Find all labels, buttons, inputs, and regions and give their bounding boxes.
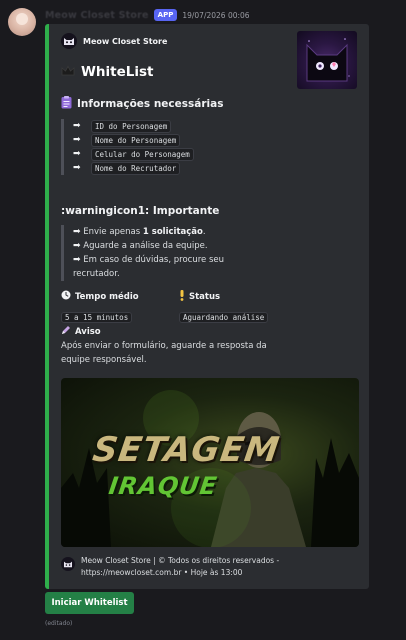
exclamation-icon xyxy=(179,290,185,304)
avg-time-value-wrap: 5 a 15 minutos xyxy=(61,305,133,324)
embed-author-name[interactable]: Meow Closet Store xyxy=(83,37,167,46)
embed-title: WhiteList xyxy=(81,63,154,80)
app-badge: APP xyxy=(153,9,178,21)
clipboard-icon xyxy=(61,96,72,112)
cat-logo-icon xyxy=(61,33,77,49)
avg-time-value: 5 a 15 minutos xyxy=(61,312,133,323)
required-info-list: ➡ ID do Personagem ➡ Nome do Personagem … xyxy=(61,119,194,175)
embed-author: Meow Closet Store xyxy=(61,33,167,49)
field-recruiter: Nome do Recrutador xyxy=(91,161,181,175)
embed-footer: Meow Closet Store | © Todos os direitos … xyxy=(61,555,301,579)
important-line-3: ➡ Em caso de dúvidas, procure seu recrut… xyxy=(73,255,225,279)
list-item: ➡ Nome do Personagem xyxy=(73,133,194,147)
arrow-right-icon: ➡ xyxy=(73,121,81,131)
list-item: ➡ ID do Personagem xyxy=(73,119,194,133)
embed-title-row: WhiteList xyxy=(61,62,153,81)
message-timestamp: 19/07/2026 00:06 xyxy=(182,10,250,20)
arrow-right-icon: ➡ xyxy=(73,163,81,173)
status-label: Status xyxy=(179,290,220,304)
list-item: ➡ Nome do Recrutador xyxy=(73,161,194,175)
list-item: ➡ Celular do Personagem xyxy=(73,147,194,161)
field-id: ID do Personagem xyxy=(91,119,172,133)
arrow-right-icon: ➡ xyxy=(73,149,81,159)
important-line-2: ➡ Aguarde a análise da equipe. xyxy=(73,241,208,251)
required-info-title: Informações necessárias xyxy=(77,98,224,110)
banner-title-line2: IRAQUE xyxy=(107,472,220,500)
status-value-wrap: Aguardando análise xyxy=(179,305,269,324)
footer-text: Meow Closet Store | © Todos os direitos … xyxy=(81,556,280,577)
start-whitelist-button[interactable]: Iniciar Whitelist xyxy=(45,592,134,614)
user-avatar[interactable] xyxy=(8,8,36,36)
field-phone: Celular do Personagem xyxy=(91,147,194,161)
avg-time-label: Tempo médio xyxy=(61,290,139,303)
clock-icon xyxy=(61,290,71,303)
crown-icon xyxy=(61,62,75,81)
important-list: ➡ Envie apenas 1 solicitação. ➡ Aguarde … xyxy=(61,225,261,281)
arrow-right-icon: ➡ xyxy=(73,255,81,265)
pen-icon xyxy=(61,325,71,338)
embed-thumbnail[interactable] xyxy=(297,31,357,89)
notice-label: Aviso xyxy=(61,325,101,338)
notice-text: Após enviar o formulário, aguarde a resp… xyxy=(61,341,267,365)
edited-label: (editado) xyxy=(45,620,73,627)
important-heading: :warningicon1: Importante xyxy=(61,205,220,217)
field-name: Nome do Personagem xyxy=(91,133,181,147)
embed-card: Meow Closet Store WhiteList Informações … xyxy=(45,24,369,589)
message-header: Meow Closet Store APP 19/07/2026 00:06 xyxy=(45,8,250,22)
bot-username[interactable]: Meow Closet Store xyxy=(45,10,149,21)
banner-title-line1: SETAGEM xyxy=(90,430,283,470)
arrow-right-icon: ➡ xyxy=(73,227,81,237)
required-info-heading: Informações necessárias xyxy=(61,96,223,112)
arrow-right-icon: ➡ xyxy=(73,135,81,145)
arrow-right-icon: ➡ xyxy=(73,241,81,251)
status-value: Aguardando análise xyxy=(179,312,269,323)
embed-banner-image[interactable]: SETAGEM IRAQUE xyxy=(61,378,359,547)
important-line-1: ➡ Envie apenas 1 solicitação. xyxy=(73,227,206,237)
footer-cat-icon xyxy=(61,557,75,571)
